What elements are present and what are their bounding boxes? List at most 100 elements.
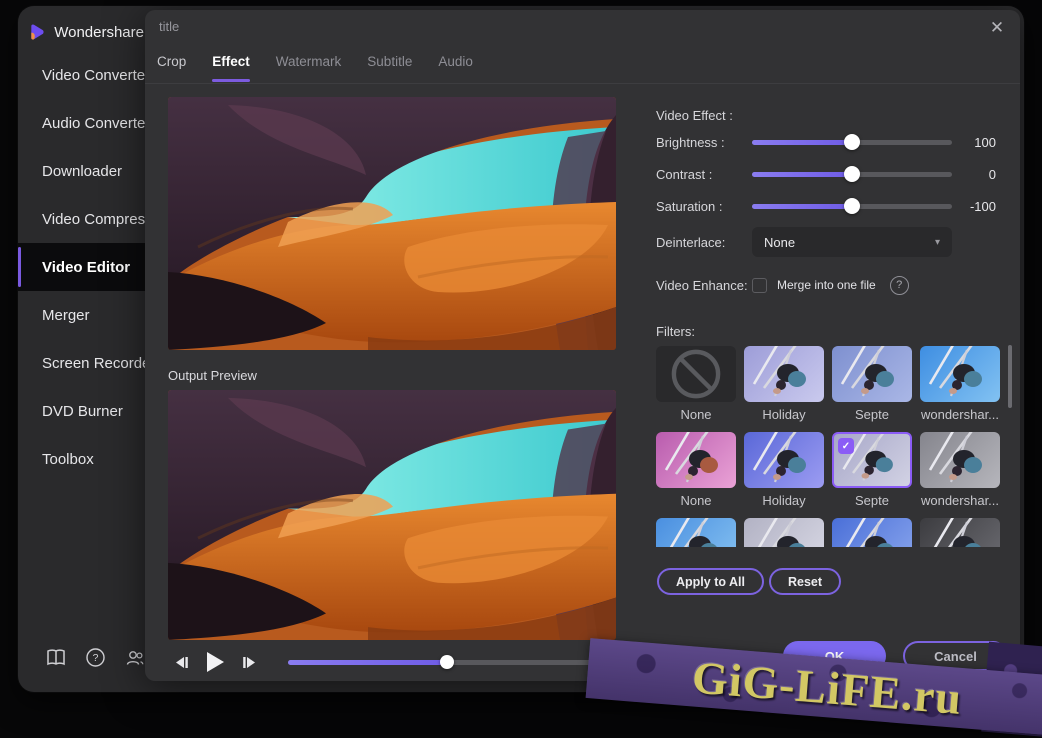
filter-tile-row3-11[interactable] bbox=[920, 518, 1000, 547]
filter-thumbnail-art bbox=[920, 346, 1000, 402]
playback-progress-thumb[interactable] bbox=[440, 655, 454, 669]
svg-text:?: ? bbox=[93, 652, 99, 664]
account-icon[interactable] bbox=[125, 649, 145, 667]
filter-thumbnail bbox=[832, 518, 912, 547]
sidebar-item-label: Audio Converter bbox=[42, 115, 145, 132]
filter-thumbnail-art bbox=[832, 518, 912, 547]
slider-label: Saturation : bbox=[656, 199, 752, 214]
user-guide-icon[interactable] bbox=[46, 649, 66, 667]
chevron-down-icon: ▾ bbox=[935, 237, 940, 248]
slider-track[interactable] bbox=[752, 204, 952, 209]
slider-track[interactable] bbox=[752, 140, 952, 145]
slider-thumb[interactable] bbox=[844, 198, 860, 214]
canyon-artwork bbox=[168, 390, 616, 640]
sidebar-item-video-converter[interactable]: Video Converter bbox=[18, 51, 145, 99]
output-preview-image bbox=[168, 390, 616, 640]
tab-subtitle[interactable]: Subtitle bbox=[367, 54, 412, 82]
close-icon[interactable]: ✕ bbox=[986, 17, 1008, 39]
filter-tile-holiday[interactable]: Holiday bbox=[744, 432, 824, 508]
filters-grid: None Holiday Septe wondershar... None Holiday… bbox=[656, 346, 1000, 547]
slider-track[interactable] bbox=[752, 172, 952, 177]
active-accent-bar bbox=[18, 55, 21, 95]
filter-thumbnail bbox=[656, 432, 736, 488]
sidebar-item-label: Video Editor bbox=[42, 259, 130, 276]
filter-label: Septe bbox=[832, 407, 912, 422]
next-frame-button[interactable] bbox=[236, 650, 262, 674]
deinterlace-label: Deinterlace: bbox=[656, 235, 752, 250]
filter-thumbnail bbox=[744, 518, 824, 547]
filter-tile-septe[interactable]: Septe bbox=[832, 346, 912, 422]
slider-fill bbox=[752, 140, 852, 145]
play-button[interactable] bbox=[198, 649, 232, 675]
previous-frame-button[interactable] bbox=[168, 650, 194, 674]
filters-scrollbar-thumb[interactable] bbox=[1008, 345, 1012, 408]
enhance-help-icon[interactable]: ? bbox=[890, 276, 909, 295]
tab-audio[interactable]: Audio bbox=[438, 54, 473, 82]
filter-tile-wondershar[interactable]: wondershar... bbox=[920, 432, 1000, 508]
play-icon bbox=[205, 651, 225, 673]
sidebar-item-label: Merger bbox=[42, 307, 90, 324]
filter-tile-row3-10[interactable] bbox=[832, 518, 912, 547]
filter-tile-row3-8[interactable] bbox=[656, 518, 736, 547]
wondershare-logo-icon bbox=[28, 19, 45, 45]
tab-bar: Crop Effect Watermark Subtitle Audio bbox=[157, 54, 473, 82]
contrast-slider-row: Contrast :0 bbox=[656, 161, 996, 187]
filter-tile-row3-9[interactable] bbox=[744, 518, 824, 547]
slider-fill bbox=[752, 172, 852, 177]
sidebar-item-label: Video Converter bbox=[42, 67, 145, 84]
next-frame-icon bbox=[242, 656, 257, 669]
video-enhance-label: Video Enhance: bbox=[656, 278, 752, 293]
no-filter-icon bbox=[656, 346, 736, 402]
apply-to-all-button[interactable]: Apply to All bbox=[657, 568, 764, 595]
merge-checkbox[interactable] bbox=[752, 278, 767, 293]
active-accent-bar bbox=[18, 151, 21, 191]
slider-value: -100 bbox=[956, 199, 996, 214]
filter-thumbnail-art bbox=[744, 518, 824, 547]
filter-label: None bbox=[656, 493, 736, 508]
sidebar-item-screen-recorder[interactable]: Screen Recorder bbox=[18, 339, 145, 387]
playback-progress-slider[interactable] bbox=[288, 660, 606, 665]
player-controls bbox=[168, 648, 616, 676]
sidebar-item-label: DVD Burner bbox=[42, 403, 123, 420]
slider-thumb[interactable] bbox=[844, 166, 860, 182]
previous-frame-icon bbox=[174, 656, 189, 669]
filter-thumbnail-art bbox=[920, 518, 1000, 547]
slider-value: 0 bbox=[956, 167, 996, 182]
dialog-title: title bbox=[159, 19, 179, 34]
tab-watermark[interactable]: Watermark bbox=[276, 54, 342, 82]
output-preview-label: Output Preview bbox=[168, 368, 257, 383]
source-preview-image bbox=[168, 97, 616, 350]
filter-tile-septe[interactable]: ✓ Septe bbox=[832, 432, 912, 508]
filter-thumbnail bbox=[832, 346, 912, 402]
selected-check-icon: ✓ bbox=[838, 438, 854, 454]
canyon-artwork bbox=[168, 97, 616, 350]
sidebar-item-merger[interactable]: Merger bbox=[18, 291, 145, 339]
slider-thumb[interactable] bbox=[844, 134, 860, 150]
filter-label: None bbox=[656, 407, 736, 422]
sidebar-item-downloader[interactable]: Downloader bbox=[18, 147, 145, 195]
filter-thumbnail bbox=[744, 346, 824, 402]
deinterlace-select[interactable]: None ▾ bbox=[752, 227, 952, 257]
filter-thumbnail-art bbox=[920, 432, 1000, 488]
sidebar-item-video-editor[interactable]: Video Editor bbox=[18, 243, 145, 291]
tab-crop[interactable]: Crop bbox=[157, 54, 186, 82]
filter-tile-none[interactable]: None bbox=[656, 346, 736, 422]
sidebar-item-dvd-burner[interactable]: DVD Burner bbox=[18, 387, 145, 435]
merge-checkbox-label: Merge into one file bbox=[777, 278, 876, 292]
filter-thumbnail-art bbox=[744, 432, 824, 488]
filter-tile-holiday[interactable]: Holiday bbox=[744, 346, 824, 422]
filter-tile-wondershar[interactable]: wondershar... bbox=[920, 346, 1000, 422]
tab-effect[interactable]: Effect bbox=[212, 54, 250, 82]
active-accent-bar bbox=[18, 199, 21, 239]
active-accent-bar bbox=[18, 391, 21, 431]
reset-button[interactable]: Reset bbox=[769, 568, 841, 595]
filter-thumbnail bbox=[920, 432, 1000, 488]
sidebar-item-toolbox[interactable]: Toolbox bbox=[18, 435, 145, 483]
filter-thumbnail: ✓ bbox=[832, 432, 912, 488]
filter-label: Septe bbox=[832, 493, 912, 508]
video-effect-section-label: Video Effect : bbox=[656, 108, 733, 123]
sidebar-item-audio-converter[interactable]: Audio Converter bbox=[18, 99, 145, 147]
filter-tile-none[interactable]: None bbox=[656, 432, 736, 508]
help-icon[interactable]: ? bbox=[86, 648, 105, 667]
sidebar-item-video-compressor[interactable]: Video Compressor bbox=[18, 195, 145, 243]
